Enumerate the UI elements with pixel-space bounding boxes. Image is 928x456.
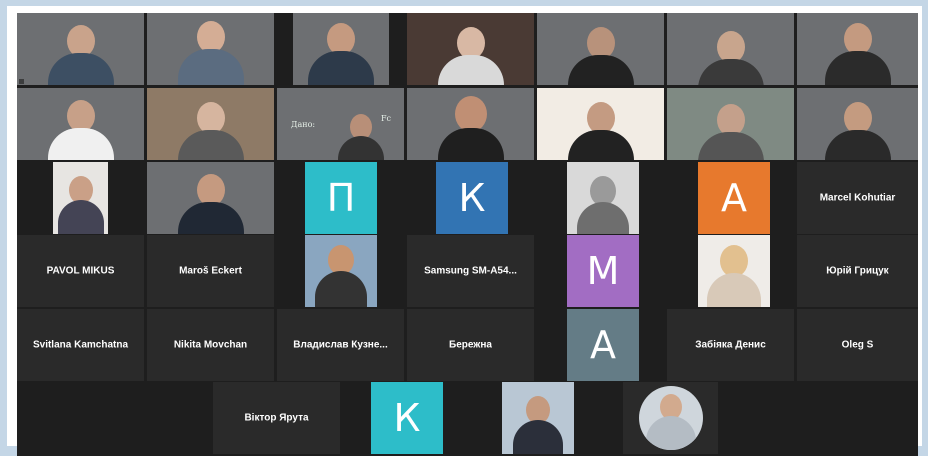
video-tile-participant-14[interactable] — [53, 162, 108, 234]
avatar-tile-a-orange[interactable]: А — [698, 162, 770, 234]
video-tile-participant-8[interactable] — [17, 88, 144, 160]
participant-name: Samsung SM-A54... — [424, 265, 517, 277]
video-tile-participant-13[interactable] — [797, 88, 918, 160]
participant-name: Svitlana Kamchatna — [32, 339, 129, 351]
avatar-tile-a-slate[interactable]: А — [567, 309, 639, 381]
video-tile-participant-6[interactable] — [667, 13, 794, 85]
avatar-initial: А — [590, 323, 616, 367]
name-tile-yuriy[interactable]: Юрій Грицук — [797, 235, 918, 307]
participant-name: Marcel Kohutiar — [819, 192, 896, 204]
screenshot-frame: Дано: Fc П К А Marcel Kohutiar PAVOL MIK… — [7, 6, 922, 456]
video-tile-participant-11[interactable] — [537, 88, 664, 160]
name-tile-marcel[interactable]: Marcel Kohutiar — [797, 162, 918, 234]
name-tile-nikita[interactable]: Nikita Movchan — [147, 309, 274, 381]
name-tile-vladyslav[interactable]: Владислав Кузне... — [277, 309, 404, 381]
video-tile-participant-2[interactable] — [147, 13, 274, 85]
participant-name: Забіяка Денис — [695, 339, 766, 351]
name-tile-oleg[interactable]: Oleg S — [797, 309, 918, 381]
name-tile-pavol[interactable]: PAVOL MIKUS — [17, 235, 144, 307]
video-tile-participant-17[interactable] — [305, 235, 377, 307]
avatar-initial: П — [326, 176, 356, 220]
video-tile-participant-20[interactable] — [623, 382, 718, 454]
avatar-initial: К — [393, 396, 421, 440]
participant-name: Юрій Грицук — [826, 265, 889, 277]
participant-name: Бережна — [449, 339, 492, 351]
participant-name: Владислав Кузне... — [293, 339, 388, 351]
avatar-initial: М — [586, 249, 620, 293]
participant-name: Nikita Movchan — [173, 339, 248, 351]
video-tile-participant-4[interactable] — [407, 13, 534, 85]
participant-name: PAVOL MIKUS — [46, 265, 115, 277]
avatar-tile-m[interactable]: М — [567, 235, 639, 307]
avatar-initial: А — [721, 176, 747, 220]
video-tile-participant-18[interactable] — [698, 235, 770, 307]
participant-name: Maroš Eckert — [179, 265, 242, 277]
video-tile-participant-10[interactable] — [407, 88, 534, 160]
name-tile-svitlana[interactable]: Svitlana Kamchatna — [17, 309, 144, 381]
video-tile-participant-9[interactable] — [147, 88, 274, 160]
board-text-1: Дано: — [291, 120, 316, 129]
avatar-tile-k-cyan[interactable]: К — [371, 382, 443, 454]
name-tile-maros[interactable]: Maroš Eckert — [147, 235, 274, 307]
participant-name: Віктор Ярута — [244, 412, 309, 424]
video-conference-gallery: Дано: Fc П К А Marcel Kohutiar PAVOL MIK… — [17, 13, 918, 456]
video-tile-participant-3[interactable] — [293, 13, 389, 85]
video-tile-participant-16[interactable] — [567, 162, 639, 234]
avatar-initial: К — [458, 176, 486, 220]
video-tile-participant-5[interactable] — [537, 13, 664, 85]
video-tile-participant-1[interactable] — [17, 13, 144, 85]
name-tile-viktor[interactable]: Віктор Ярута — [213, 382, 340, 454]
video-tile-participant-12[interactable] — [667, 88, 794, 160]
avatar-tile-k[interactable]: К — [436, 162, 508, 234]
video-tile-participant-19[interactable] — [502, 382, 574, 454]
participant-name: Oleg S — [841, 339, 874, 351]
participant-name-label — [19, 79, 25, 84]
name-tile-samsung[interactable]: Samsung SM-A54... — [407, 235, 534, 307]
avatar — [638, 386, 703, 450]
video-tile-participant-15[interactable] — [147, 162, 274, 234]
name-tile-zabiyaka[interactable]: Забіяка Денис — [667, 309, 794, 381]
name-tile-berezhna[interactable]: Бережна — [407, 309, 534, 381]
avatar-tile-p[interactable]: П — [305, 162, 377, 234]
video-tile-whiteboard[interactable]: Дано: Fc — [277, 88, 404, 160]
video-tile-participant-7[interactable] — [797, 13, 918, 85]
